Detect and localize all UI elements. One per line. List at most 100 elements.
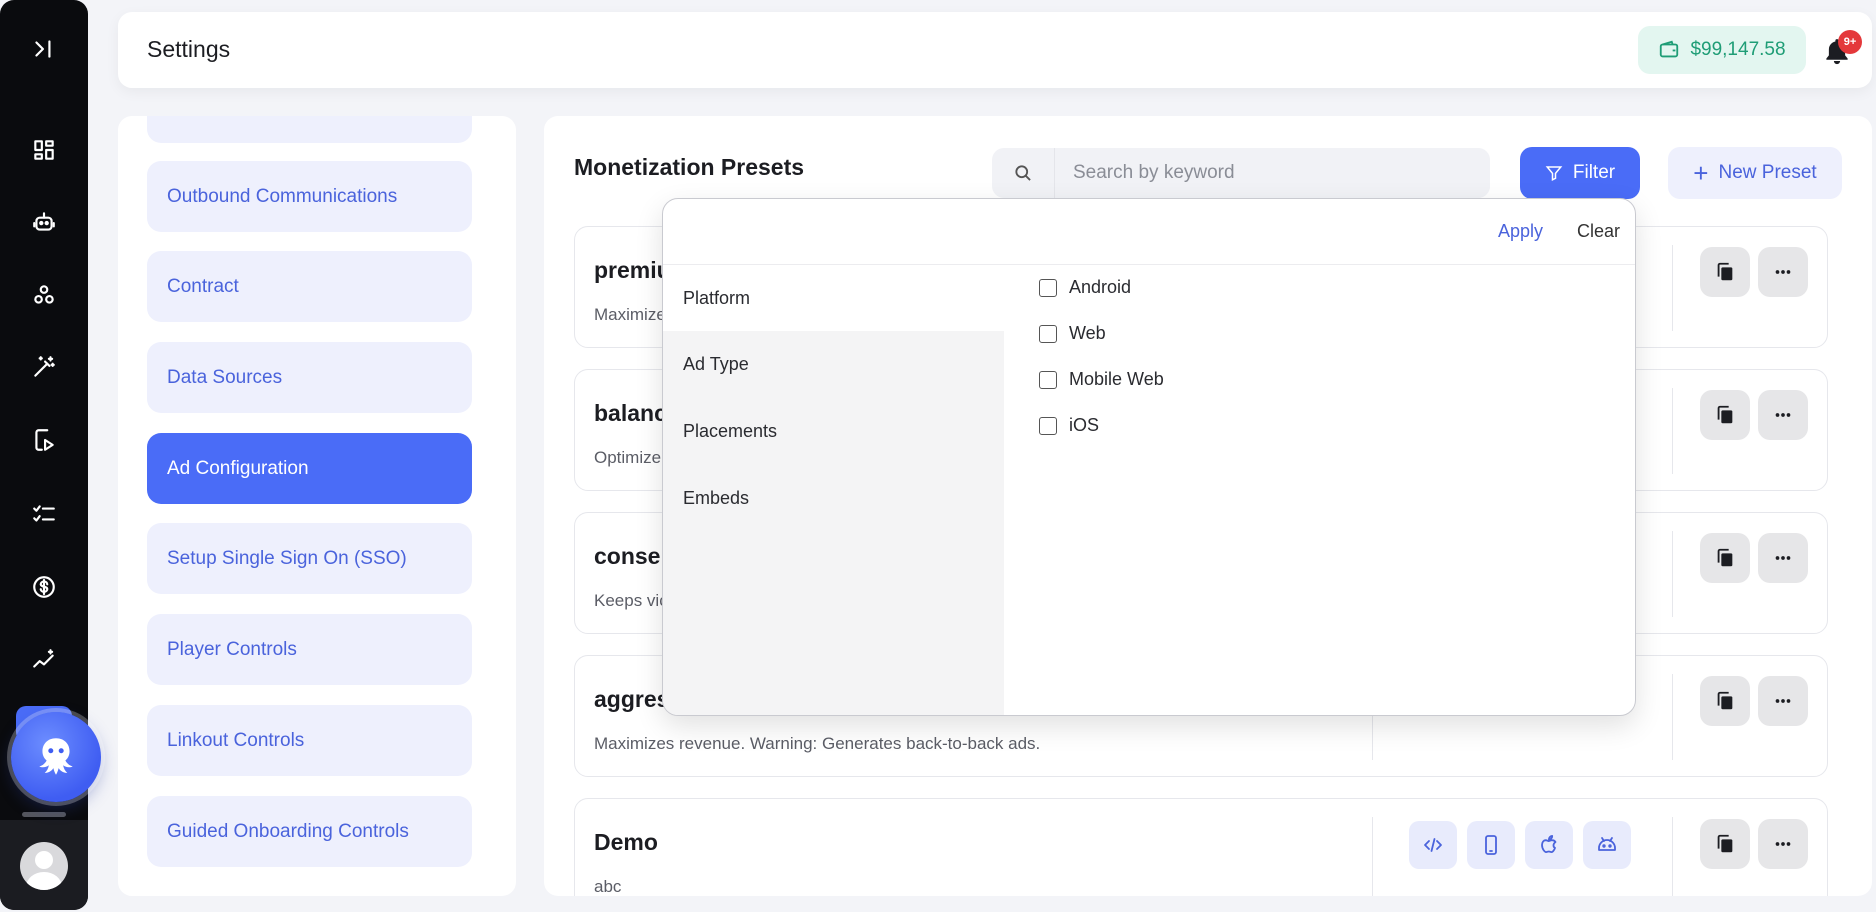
duplicate-button[interactable]: [1700, 390, 1750, 440]
divider: [1672, 388, 1673, 474]
dollar-icon[interactable]: [30, 573, 58, 601]
clear-button[interactable]: Clear: [1577, 221, 1620, 242]
divider: [1672, 245, 1673, 331]
wallet-icon: [1660, 40, 1679, 58]
settings-nav-linkout-controls[interactable]: Linkout Controls: [147, 705, 472, 776]
checkbox[interactable]: [1039, 370, 1057, 389]
option-label: Web: [1069, 323, 1106, 343]
more-button[interactable]: [1758, 247, 1808, 297]
filter-option-mobile-web[interactable]: Mobile Web: [1039, 369, 1164, 390]
video-icon[interactable]: [30, 426, 58, 454]
preset-card[interactable]: Demo abc: [574, 798, 1828, 896]
settings-nav-item-hidden[interactable]: [147, 116, 472, 143]
balance-amount: $99,147.58: [1690, 39, 1786, 60]
copy-icon: [1717, 691, 1733, 710]
filter-category-platform[interactable]: Platform: [663, 265, 1004, 331]
embed-code-icon: [1409, 821, 1457, 869]
divider: [1372, 817, 1373, 896]
settings-nav-player-controls[interactable]: Player Controls: [147, 614, 472, 685]
filter-category-placements[interactable]: Placements: [663, 398, 1004, 464]
filter-option-ios[interactable]: iOS: [1039, 415, 1099, 436]
filter-button-label: Filter: [1572, 162, 1616, 183]
settings-nav-contract[interactable]: Contract: [147, 251, 472, 322]
more-button[interactable]: [1758, 676, 1808, 726]
settings-nav: Outbound Communications Contract Data So…: [118, 116, 516, 896]
copy-icon: [1717, 262, 1733, 281]
copy-icon: [1717, 834, 1733, 853]
more-icon: [1775, 699, 1791, 703]
more-button[interactable]: [1758, 533, 1808, 583]
octopus-icon[interactable]: [11, 712, 101, 802]
divider: [1672, 817, 1673, 896]
notifications-button[interactable]: 9+: [1818, 30, 1862, 70]
filter-dropdown: Apply Clear Platform Ad Type Placements …: [662, 198, 1636, 716]
preset-name: conser: [594, 543, 670, 569]
preset-description: Maximize: [594, 305, 666, 324]
filter-dropdown-header: Apply Clear: [663, 199, 1635, 265]
filter-option-web[interactable]: Web: [1039, 323, 1106, 344]
dashboard-icon[interactable]: [30, 136, 58, 164]
duplicate-button[interactable]: [1700, 676, 1750, 726]
checklist-icon[interactable]: [30, 500, 58, 528]
android-icon: [1583, 821, 1631, 869]
option-label: iOS: [1069, 415, 1100, 435]
plus-icon: +: [1693, 158, 1709, 188]
new-preset-label: New Preset: [1718, 162, 1817, 183]
settings-nav-outbound-communications[interactable]: Outbound Communications: [147, 161, 472, 232]
avatar[interactable]: [20, 842, 68, 890]
filter-categories: Platform Ad Type Placements Embeds: [663, 265, 1004, 715]
magic-wand-icon[interactable]: [30, 353, 58, 381]
preset-description: Maximizes revenue. Warning: Generates ba…: [594, 734, 1041, 753]
apply-button[interactable]: Apply: [1498, 221, 1543, 242]
settings-nav-guided-onboarding[interactable]: Guided Onboarding Controls: [147, 796, 472, 867]
copy-icon: [1717, 548, 1733, 567]
preset-name: aggres: [594, 686, 670, 712]
settings-nav-data-sources[interactable]: Data Sources: [147, 342, 472, 413]
page-title: Settings: [147, 36, 231, 62]
notification-badge: 9+: [1838, 30, 1862, 54]
checkbox[interactable]: [1039, 416, 1057, 435]
preset-description: Optimize: [594, 448, 662, 467]
copy-icon: [1717, 405, 1733, 424]
filter-option-android[interactable]: Android: [1039, 277, 1131, 298]
top-header: Settings $99,147.58 9+: [118, 12, 1872, 88]
duplicate-button[interactable]: [1700, 533, 1750, 583]
mobile-icon: [1467, 821, 1515, 869]
apple-icon: [1525, 821, 1573, 869]
settings-nav-ad-configuration[interactable]: Ad Configuration: [147, 433, 472, 504]
new-preset-button[interactable]: + New Preset: [1668, 147, 1842, 199]
more-icon: [1775, 842, 1791, 846]
filter-button[interactable]: Filter: [1520, 147, 1640, 199]
checkbox[interactable]: [1039, 278, 1057, 297]
filter-category-ad-type[interactable]: Ad Type: [663, 331, 1004, 397]
duplicate-button[interactable]: [1700, 819, 1750, 869]
analytics-icon[interactable]: [30, 646, 58, 674]
settings-nav-sso[interactable]: Setup Single Sign On (SSO): [147, 523, 472, 594]
duplicate-button[interactable]: [1700, 247, 1750, 297]
search-icon: [992, 148, 1054, 198]
filter-icon: [1545, 166, 1563, 181]
preset-description: abc: [594, 877, 622, 896]
collapse-icon[interactable]: [30, 35, 58, 63]
search-box: [992, 148, 1490, 198]
preset-name: Demo: [594, 829, 658, 855]
search-input[interactable]: [1054, 148, 1490, 198]
more-icon: [1775, 556, 1791, 560]
section-title: Monetization Presets: [574, 154, 805, 180]
robot-icon[interactable]: [30, 208, 58, 236]
drag-handle[interactable]: [22, 812, 66, 817]
filter-category-embeds[interactable]: Embeds: [663, 465, 1004, 531]
workflow-icon[interactable]: [30, 281, 58, 309]
option-label: Android: [1069, 277, 1132, 297]
divider: [1672, 674, 1673, 760]
preset-description: Keeps vic: [594, 591, 668, 610]
more-button[interactable]: [1758, 390, 1808, 440]
preset-name: balanc: [594, 400, 667, 426]
more-button[interactable]: [1758, 819, 1808, 869]
checkbox[interactable]: [1039, 324, 1057, 343]
wallet-balance[interactable]: $99,147.58: [1638, 26, 1806, 74]
preset-name: premiu: [594, 257, 671, 283]
more-icon: [1775, 413, 1791, 417]
option-label: Mobile Web: [1069, 369, 1164, 389]
more-icon: [1775, 270, 1791, 274]
